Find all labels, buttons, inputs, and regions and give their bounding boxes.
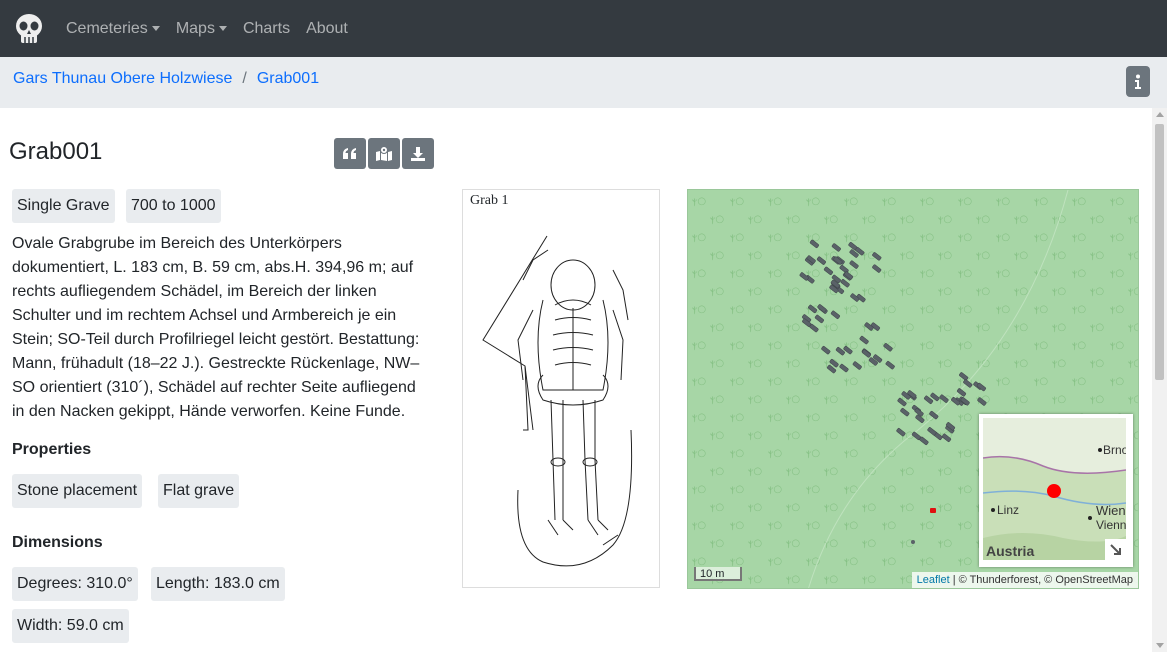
quote-icon (343, 147, 356, 159)
nav-label: Charts (242, 19, 291, 37)
minimap-country-label: Austria (986, 543, 1035, 559)
skull-logo-icon[interactable] (12, 12, 46, 46)
main-content: Grab001 Single Grave 700 to 1000 Ovale G… (0, 108, 1152, 652)
dimension-badge: Degrees: 310.0° (12, 567, 138, 601)
minimap-city-label: Brno (1103, 443, 1126, 457)
dimensions-heading: Dimensions (12, 534, 103, 551)
breadcrumb-cemetery-link[interactable]: Gars Thunau Obere Holzwiese (13, 70, 232, 87)
scroll-thumb[interactable] (1155, 124, 1164, 380)
leaflet-map[interactable]: ⲯ○ ⲯ○ 10 m Leaflet | © Thunderforest, © … (687, 189, 1139, 589)
minimap-city-label: Linz (997, 503, 1020, 517)
info-button[interactable] (1126, 66, 1150, 97)
arrow-down-right-icon (1110, 544, 1121, 555)
minimap-toggle-button[interactable] (1105, 539, 1127, 561)
cite-button[interactable] (334, 138, 366, 169)
map-button[interactable] (368, 138, 400, 169)
nav-charts-link[interactable]: Charts (243, 20, 290, 38)
overview-minimap[interactable]: Brno Linz Wien Vienna Austria (979, 414, 1133, 567)
nav-maps-dropdown[interactable]: Maps (176, 20, 227, 38)
map-marker-icon (376, 146, 392, 161)
download-icon (411, 146, 425, 161)
nav-label: Maps (175, 19, 215, 37)
breadcrumb-separator: / (242, 70, 247, 87)
nav-cemeteries-dropdown[interactable]: Cemeteries (66, 20, 160, 38)
period-badge: 700 to 1000 (126, 189, 221, 223)
dimension-badge: Length: 183.0 cm (151, 567, 285, 601)
breadcrumb-grave-link[interactable]: Grab001 (257, 70, 319, 87)
nav-about-link[interactable]: About (306, 20, 348, 38)
info-icon (1135, 74, 1141, 89)
skeleton-sketch-icon (482, 235, 633, 567)
scroll-down-icon[interactable] (1156, 643, 1164, 648)
property-badge: Stone placement (12, 474, 143, 508)
nav-label: About (306, 19, 348, 37)
caret-down-icon (151, 26, 160, 31)
caret-down-icon (218, 26, 227, 31)
download-button[interactable] (402, 138, 434, 169)
property-badge: Flat grave (158, 474, 240, 508)
grave-description: Ovale Grabgrube im Bereich des Unterkörp… (12, 235, 420, 420)
map-attribution: Leaflet | © Thunderforest, © OpenStreetM… (911, 572, 1138, 588)
page-title: Grab001 (9, 138, 103, 165)
attribution-text: | © Thunderforest, © OpenStreetMap (949, 574, 1133, 586)
leaflet-link[interactable]: Leaflet (917, 574, 950, 586)
grave-drawing[interactable]: Grab 1 (462, 189, 660, 588)
breadcrumb: Gars Thunau Obere Holzwiese / Grab001 (0, 57, 1167, 108)
dimension-badge: Width: 59.0 cm (12, 609, 129, 643)
nav-label: Cemeteries (66, 19, 148, 37)
minimap-city-label: Vienna (1096, 518, 1126, 532)
properties-heading: Properties (12, 441, 92, 458)
grave-type-badge: Single Grave (12, 189, 115, 223)
map-scale: 10 m (694, 567, 742, 581)
page-scrollbar[interactable] (1152, 108, 1167, 652)
navbar: Cemeteries Maps Charts About (0, 0, 1167, 57)
scroll-up-icon[interactable] (1156, 112, 1164, 117)
selected-grave-marker[interactable] (930, 508, 936, 513)
minimap-city-label: Wien (1096, 503, 1126, 518)
action-buttons (334, 138, 434, 169)
